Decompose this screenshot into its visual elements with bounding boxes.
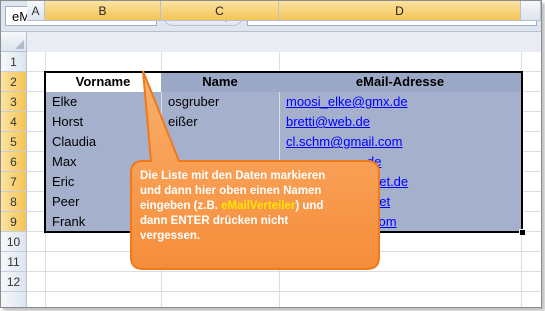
- callout-line: vergessen.: [140, 230, 201, 242]
- callout-text: Die Liste mit den Daten markieren und da…: [140, 169, 372, 244]
- excel-window: eMailVerteiler ▼ ⋮ fx Vorname A B C D 1 …: [0, 0, 542, 308]
- callout-line: eingeben (z.B. eMailVerteiler) und: [140, 199, 372, 214]
- callout-bubble: [130, 70, 380, 270]
- callout-line: und dann hier oben einen Namen: [140, 185, 322, 197]
- callout-line: Die Liste mit den Daten markieren: [140, 170, 326, 182]
- callout-highlight: eMailVerteiler: [221, 200, 296, 212]
- callout-text-part: ) und: [295, 200, 324, 212]
- callout-text-part: eingeben (z.B.: [140, 200, 222, 212]
- callout-line: dann ENTER drücken nicht: [140, 215, 289, 227]
